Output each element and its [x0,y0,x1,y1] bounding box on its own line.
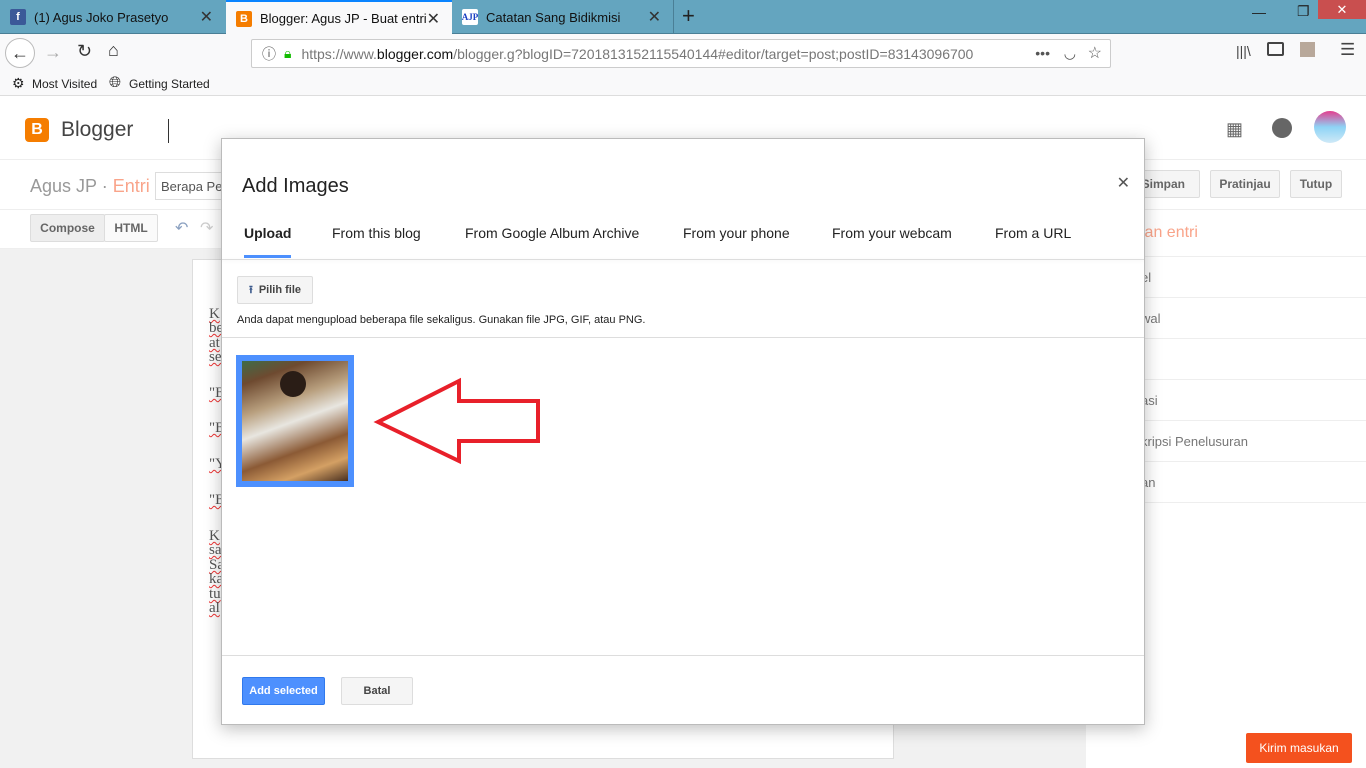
library-icon[interactable]: |||\ [1236,43,1251,59]
info-icon[interactable]: ⓘ [262,44,276,64]
tab-facebook[interactable]: f (1) Agus Joko Prasetyo ✕ [0,0,225,34]
red-arrow-annotation [373,377,540,465]
section-label[interactable]: Entri [113,176,150,196]
close-tab-icon[interactable]: ✕ [648,7,661,27]
upload-icon: ⭱ [248,283,253,296]
url-prefix: https://www. [301,45,377,62]
blogger-logo-icon[interactable]: B [25,118,49,142]
reload-button[interactable]: ↻ [77,41,92,62]
apps-grid-icon[interactable]: ▦ [1226,119,1243,140]
lock-icon: 🔒︎ [284,45,292,61]
post-text-fragment: se [209,349,222,365]
post-text-fragment: al [209,600,220,616]
redo-icon[interactable]: ↷ [200,218,213,238]
restore-button[interactable]: ❐ [1297,3,1310,20]
minimize-button[interactable]: — [1252,4,1266,20]
choose-file-label: Pilih file [258,284,302,296]
close-dialog-icon[interactable]: ✕ [1117,173,1130,193]
dialog-tab[interactable]: From Google Album Archive [465,225,639,241]
close-tab-icon[interactable]: ✕ [200,7,213,27]
add-selected-button[interactable]: Add selected [242,677,325,705]
dialog-tab[interactable]: From your phone [683,225,790,241]
tab-blogger[interactable]: B Blogger: Agus JP - Buat entri ✕ [226,0,452,35]
close-window-button[interactable]: ✕ [1318,0,1366,19]
blogger-logo-text[interactable]: Blogger [61,118,133,142]
choose-file-button[interactable]: ⭱ Pilih file [237,276,313,304]
menu-icon[interactable]: ☰ [1340,40,1355,60]
preview-button[interactable]: Pratinjau [1210,170,1280,198]
browser-tab-bar: f (1) Agus Joko Prasetyo ✕ B Blogger: Ag… [0,0,1366,35]
photo-image [242,361,348,481]
page-actions-icon[interactable]: ••• [1027,45,1050,61]
bookmark-most-visited[interactable]: Most Visited [32,77,97,91]
url-bar[interactable]: ⓘ 🔒︎ https://www. blogger.com/blogger.g?b… [251,39,1111,68]
dialog-tab[interactable]: From a URL [995,225,1071,241]
sidebar-heading: lan entri [1141,224,1198,241]
url-domain: blogger.com [376,45,454,62]
dialog-tab[interactable]: From this blog [332,225,421,241]
upload-hint: Anda dapat mengupload beberapa file seka… [237,314,646,326]
ajp-icon: AJP [462,9,478,25]
back-button[interactable]: ← [5,38,35,68]
extension-icon[interactable] [1300,42,1315,57]
sidebar-toggle-icon[interactable] [1267,42,1284,56]
divider [168,119,169,143]
avatar[interactable] [1314,111,1346,143]
notifications-bell-icon[interactable] [1272,118,1292,138]
tab-label: Catatan Sang Bidikmisi [486,9,621,25]
forward-button[interactable]: → [44,42,62,63]
tab-catatan[interactable]: AJP Catatan Sang Bidikmisi ✕ [452,0,674,34]
tab-label: (1) Agus Joko Prasetyo [34,9,169,25]
uploaded-image-thumbnail[interactable] [236,355,354,487]
bookmark-getting-started[interactable]: Getting Started [129,77,210,91]
bookmark-star-icon[interactable]: ☆ [1088,43,1102,63]
browser-toolbar: ← → ↻ ⌂ ⓘ 🔒︎ https://www. blogger.com/blo… [0,34,1366,96]
blogger-icon: B [236,10,252,27]
pocket-icon[interactable]: ◡ [1064,45,1076,62]
dialog-title: Add Images [242,175,349,197]
compose-tab[interactable]: Compose [30,214,105,242]
separator: · [101,176,108,196]
blog-name[interactable]: Agus JP [30,176,97,196]
tab-label: Blogger: Agus JP - Buat entri [260,11,427,26]
new-tab-button[interactable]: + [682,3,695,29]
send-feedback-button[interactable]: Kirim masukan [1246,733,1352,763]
cancel-button[interactable]: Batal [341,677,413,705]
add-images-dialog: Add Images ✕ Upload From this blog From Go… [221,138,1145,725]
home-button[interactable]: ⌂ [108,40,119,61]
close-button[interactable]: Tutup [1290,170,1342,198]
dialog-tab[interactable]: From your webcam [832,225,952,241]
close-tab-icon[interactable]: ✕ [427,9,440,29]
url-path: /blogger.g?blogID=7201813152115540144#ed… [453,45,974,62]
undo-icon[interactable]: ↶ [175,218,188,238]
gear-icon: ⚙ [12,75,25,91]
dialog-tab[interactable]: Upload [244,225,292,258]
html-tab[interactable]: HTML [104,214,158,242]
facebook-icon: f [10,9,26,25]
globe-icon: 🌐︎ [109,74,122,91]
